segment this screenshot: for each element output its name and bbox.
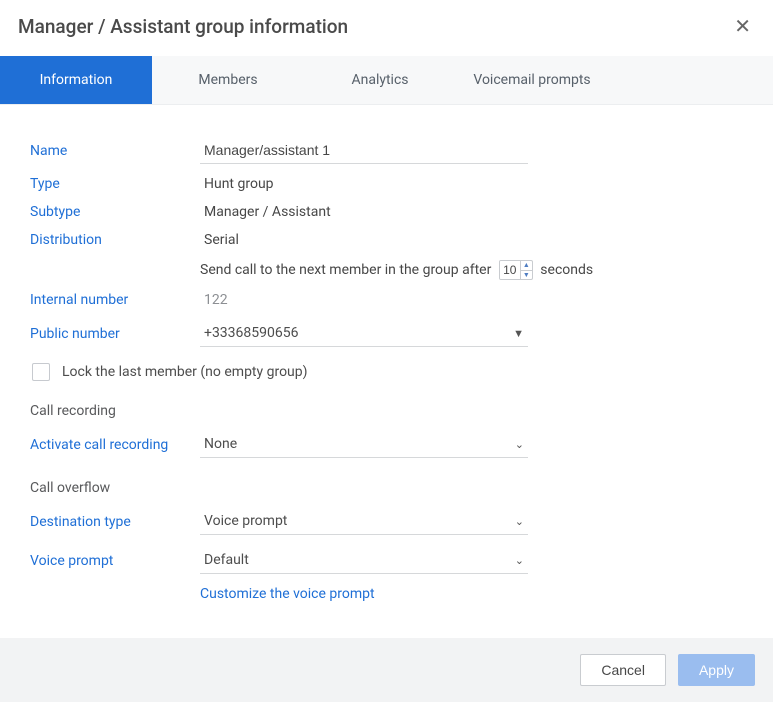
field-distribution: Distribution Serial [30, 232, 747, 248]
ring-prefix: Send call to the next member in the grou… [200, 262, 491, 278]
value-internal-number: 122 [200, 292, 747, 308]
activate-recording-select[interactable]: None ⌄ [200, 431, 528, 458]
label-name: Name [30, 143, 200, 159]
value-distribution: Serial [200, 232, 747, 248]
cancel-button[interactable]: Cancel [580, 654, 666, 686]
field-internal-number: Internal number 122 [30, 292, 747, 308]
ring-seconds-input[interactable] [500, 261, 520, 279]
lock-last-member-checkbox[interactable] [32, 363, 50, 381]
voice-prompt-select[interactable]: Default ⌄ [200, 547, 528, 574]
tab-label: Information [40, 72, 113, 88]
chevron-down-icon: ⌄ [515, 515, 524, 528]
apply-button-label: Apply [699, 662, 734, 678]
field-destination-type: Destination type Voice prompt ⌄ [30, 508, 747, 535]
field-subtype: Subtype Manager / Assistant [30, 204, 747, 220]
name-input[interactable] [200, 137, 528, 164]
dialog-header: Manager / Assistant group information ✕ [0, 0, 773, 56]
cancel-button-label: Cancel [601, 662, 645, 678]
tab-information[interactable]: Information [0, 56, 152, 104]
chevron-down-icon[interactable]: ▼ [521, 270, 532, 280]
tab-label: Analytics [351, 72, 408, 88]
lock-last-member-label: Lock the last member (no empty group) [62, 364, 308, 380]
tab-members[interactable]: Members [152, 56, 304, 104]
stepper-spinner: ▲ ▼ [520, 261, 532, 279]
tab-analytics[interactable]: Analytics [304, 56, 456, 104]
field-public-number: Public number +33368590656 ▼ [30, 320, 747, 347]
voice-prompt-value: Default [204, 552, 249, 568]
tab-label: Members [198, 72, 257, 88]
label-destination-type: Destination type [30, 514, 200, 530]
label-subtype: Subtype [30, 204, 200, 220]
chevron-up-icon[interactable]: ▲ [521, 261, 532, 270]
caret-down-icon: ▼ [513, 327, 524, 340]
label-voice-prompt: Voice prompt [30, 553, 200, 569]
chevron-down-icon: ⌄ [515, 438, 524, 451]
dialog-footer: Cancel Apply [0, 638, 773, 702]
ring-seconds-stepper[interactable]: ▲ ▼ [499, 260, 533, 280]
tab-label: Voicemail prompts [473, 72, 590, 88]
value-type: Hunt group [200, 176, 747, 192]
ring-seconds-sentence: Send call to the next member in the grou… [200, 260, 747, 280]
dialog-manager-assistant-info: Manager / Assistant group information ✕ … [0, 0, 773, 702]
field-type: Type Hunt group [30, 176, 747, 192]
destination-type-select[interactable]: Voice prompt ⌄ [200, 508, 528, 535]
field-ring-seconds: Send call to the next member in the grou… [30, 260, 747, 280]
activate-recording-value: None [204, 436, 237, 452]
close-icon[interactable]: ✕ [730, 14, 755, 38]
field-customize-voice: Customize the voice prompt [30, 586, 747, 602]
public-number-value: +33368590656 [204, 325, 299, 341]
label-type: Type [30, 176, 200, 192]
label-internal-number: Internal number [30, 292, 200, 308]
section-call-overflow: Call overflow [30, 480, 747, 496]
label-public-number: Public number [30, 326, 200, 342]
section-call-recording: Call recording [30, 403, 747, 419]
field-activate-recording: Activate call recording None ⌄ [30, 431, 747, 458]
field-voice-prompt: Voice prompt Default ⌄ [30, 547, 747, 574]
apply-button[interactable]: Apply [678, 654, 755, 686]
dialog-content: Name Type Hunt group Subtype Manager / A… [0, 105, 773, 638]
value-subtype: Manager / Assistant [200, 204, 747, 220]
field-name: Name [30, 137, 747, 164]
label-activate-recording: Activate call recording [30, 437, 200, 453]
label-distribution: Distribution [30, 232, 200, 248]
ring-suffix: seconds [540, 262, 593, 278]
chevron-down-icon: ⌄ [515, 554, 524, 567]
public-number-select[interactable]: +33368590656 ▼ [200, 320, 528, 347]
destination-type-value: Voice prompt [204, 513, 287, 529]
dialog-title: Manager / Assistant group information [18, 15, 348, 38]
field-lock-last-member: Lock the last member (no empty group) [32, 363, 747, 381]
tab-bar: Information Members Analytics Voicemail … [0, 56, 773, 105]
tab-voicemail-prompts[interactable]: Voicemail prompts [456, 56, 608, 104]
customize-voice-prompt-link[interactable]: Customize the voice prompt [200, 586, 375, 602]
